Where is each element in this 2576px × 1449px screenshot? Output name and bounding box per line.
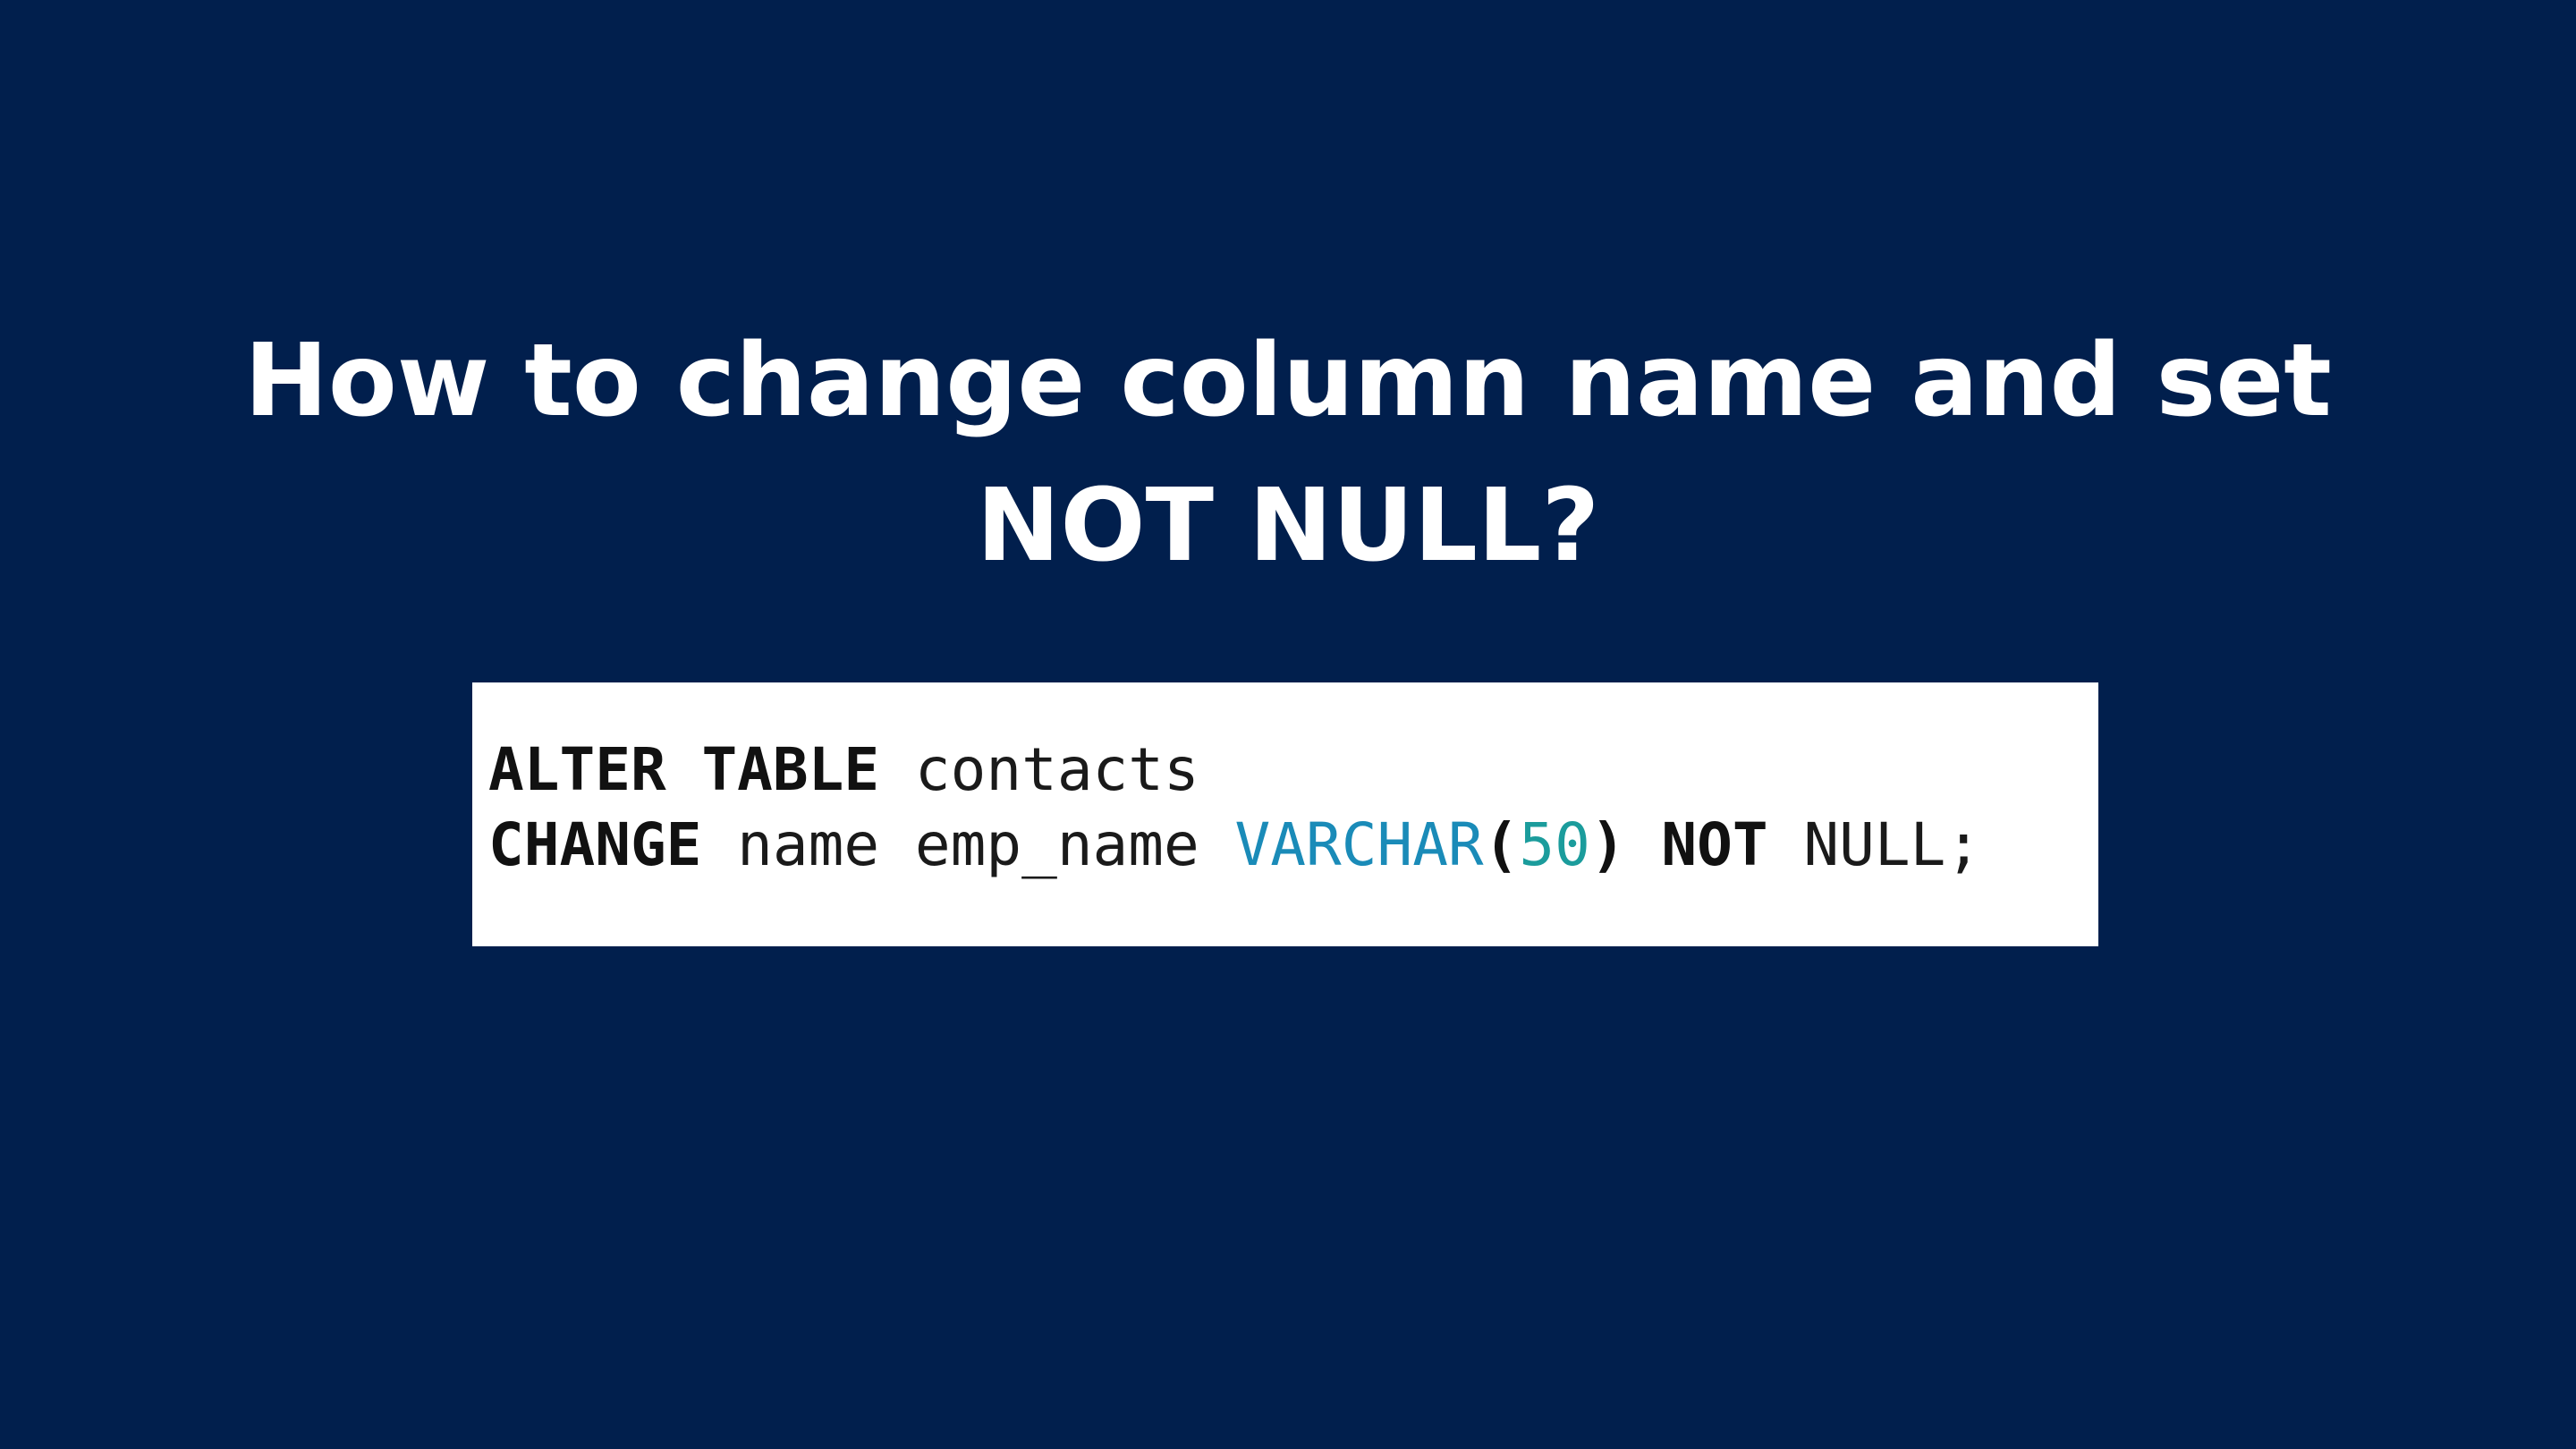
sql-null-statement-end: NULL; xyxy=(1803,810,1982,879)
code-snippet: ALTER TABLE contacts CHANGE name emp_nam… xyxy=(472,682,2098,946)
sql-paren-close: ) xyxy=(1589,810,1626,879)
sql-keyword-alter: ALTER xyxy=(488,735,666,804)
page-title: How to change column name and set NOT NU… xyxy=(244,323,2332,584)
code-line-2: CHANGE name emp_name VARCHAR(50) NOT NUL… xyxy=(488,808,2098,883)
sql-type-length: 50 xyxy=(1519,810,1590,879)
sql-old-column-name: name xyxy=(737,810,880,879)
sql-keyword-change: CHANGE xyxy=(488,810,702,879)
sql-paren-open: ( xyxy=(1483,810,1520,879)
sql-keyword-table: TABLE xyxy=(701,735,880,804)
sql-new-column-name: emp_name xyxy=(914,810,1199,879)
code-line-1: ALTER TABLE contacts xyxy=(488,733,2098,808)
sql-keyword-not: NOT xyxy=(1661,810,1768,879)
sql-data-type: VARCHAR xyxy=(1234,810,1484,879)
sql-table-name: contacts xyxy=(914,735,1199,804)
